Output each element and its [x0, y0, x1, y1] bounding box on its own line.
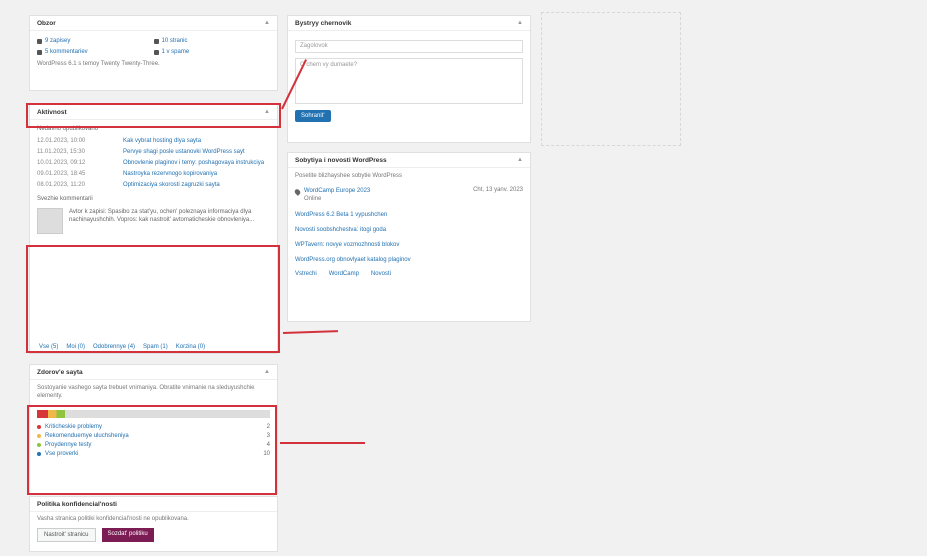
glance-title: Obzor [37, 19, 56, 27]
post-link[interactable]: Obnovlenie plaginov i temy: poshagovaya … [123, 159, 264, 167]
site-health-progress-fill [37, 410, 65, 418]
news-headline[interactable]: WPTavern: novye vozmozhnosti blokov [295, 241, 523, 249]
create-policy-button[interactable]: Sozdat' politiku [101, 528, 154, 542]
event-item[interactable]: WordCamp Europe 2023 Online Cht, 13 yanv… [293, 187, 523, 203]
activity-row: 10.01.2023, 09:12 Obnovlenie plaginov i t… [37, 159, 265, 167]
save-draft-button[interactable]: Sohranit' [295, 110, 331, 122]
glance-footer: WordPress 6.1 s temoy Twenty Twenty-Thre… [37, 61, 160, 67]
chevron-up-icon[interactable]: ▲ [517, 157, 523, 163]
event-title[interactable]: WordCamp Europe 2023 [304, 187, 469, 195]
comments-trash-link[interactable]: Korzina (0) [176, 344, 205, 350]
quick-draft-header[interactable]: Bystryy chernovik ▲ [288, 16, 530, 31]
post-link[interactable]: Pervye shagi posle ustanovki WordPress s… [123, 148, 245, 156]
news-headline[interactable]: Novosti soobshchestva: itogi goda [295, 226, 523, 234]
news-header[interactable]: Sobytiya i novosti WordPress ▲ [288, 153, 530, 168]
activity-title: Aktivnost [37, 108, 67, 116]
comment-filter-links: Vse (5) Moi (0) Odobrennye (4) Spam (1) … [39, 344, 205, 350]
chevron-up-icon[interactable]: ▲ [517, 20, 523, 26]
site-health-progress [37, 410, 270, 418]
post-link[interactable]: Nastroyka rezervnogo kopirovaniya [123, 170, 217, 178]
status-dot-icon [37, 434, 41, 438]
glance-posts-link[interactable]: 9 zapisey [37, 38, 154, 44]
health-row[interactable]: Kriticheskie problemy 2 [37, 424, 270, 430]
recently-published-heading: Nedavno opublikovano [37, 126, 99, 132]
comments-mine-link[interactable]: Moi (0) [66, 344, 85, 350]
comments-all-link[interactable]: Vse (5) [39, 344, 58, 350]
status-dot-icon [37, 443, 41, 447]
health-row[interactable]: Proydennye testy 4 [37, 442, 270, 448]
news-widget: Sobytiya i novosti WordPress ▲ Posetite … [287, 152, 531, 322]
chevron-up-icon[interactable]: ▲ [264, 369, 270, 375]
news-intro: Posetite blizhayshee sobytie WordPress [295, 173, 402, 179]
meetups-link[interactable]: Vstrechi [295, 271, 317, 277]
wordcamp-link[interactable]: WordCamp [329, 271, 359, 277]
quick-draft-widget: Bystryy chernovik ▲ Zagolovok O chem vy … [287, 15, 531, 143]
status-dot-icon [37, 452, 41, 456]
glance-comments-link[interactable]: 5 kommentariev [37, 49, 154, 55]
privacy-text: Vasha stranica politiki konfidencial'nos… [37, 516, 189, 522]
activity-row: 11.01.2023, 15:30 Pervye shagi posle usta… [37, 148, 245, 156]
page-icon [153, 38, 159, 44]
activity-header[interactable]: Aktivnost ▲ [30, 105, 277, 120]
annotation-arrow [282, 330, 339, 334]
privacy-widget: Politika konfidencial'nosti Vasha strani… [29, 496, 278, 552]
comments-spam-link[interactable]: Spam (1) [143, 344, 168, 350]
site-health-title: Zdorov'e sayta [37, 368, 83, 376]
event-location: Online [304, 196, 322, 202]
news-headline[interactable]: WordPress.org obnovlyaet katalog plagino… [295, 256, 523, 264]
news-link[interactable]: Novosti [371, 271, 391, 277]
pin-icon [37, 38, 42, 44]
post-link[interactable]: Kak vybrat hosting dlya sayta [123, 137, 201, 145]
chevron-up-icon[interactable]: ▲ [264, 20, 270, 26]
chevron-up-icon[interactable]: ▲ [264, 109, 270, 115]
activity-row: 08.01.2023, 11:20 Optimizaciya skorosti z… [37, 181, 220, 189]
comment-icon [37, 49, 42, 55]
glance-widget: Obzor ▲ 9 zapisey 10 stranic 5 kommentar… [29, 15, 278, 91]
activity-widget: Aktivnost ▲ Nedavno opublikovano 12.01.2… [29, 104, 278, 354]
privacy-settings-button[interactable]: Nastroit' stranicu [37, 528, 96, 542]
glance-spam-link[interactable]: 1 v spame [153, 49, 271, 55]
comment-item: Avtor k zapisi: Spasibo za stat'yu, oche… [37, 208, 270, 234]
health-row[interactable]: Rekomenduemye uluchsheniya 3 [37, 433, 270, 439]
empty-dashboard-column [541, 12, 681, 146]
quick-draft-title: Bystryy chernovik [295, 19, 352, 27]
site-health-header[interactable]: Zdorov'e sayta ▲ [30, 365, 277, 380]
site-health-widget: Zdorov'e sayta ▲ Sostoyanie vashego sayt… [29, 364, 278, 494]
activity-row: 09.01.2023, 18:45 Nastroyka rezervnogo ko… [37, 170, 218, 178]
site-health-description: Sostoyanie vashego sayta trebuet vnimani… [37, 385, 255, 399]
avatar [37, 208, 63, 234]
status-dot-icon [37, 425, 41, 429]
location-pin-icon [293, 188, 302, 196]
glance-header[interactable]: Obzor ▲ [30, 16, 277, 31]
glance-pages-link[interactable]: 10 stranic [153, 38, 271, 44]
activity-row: 12.01.2023, 10:00 Kak vybrat hosting dlya… [37, 137, 202, 145]
draft-content-textarea[interactable]: O chem vy dumaete? [295, 58, 523, 104]
news-headline[interactable]: WordPress 6.2 Beta 1 vypushchen [295, 211, 523, 219]
event-date: Cht, 13 yanv. 2023 [473, 187, 523, 193]
annotation-arrow [280, 442, 365, 444]
post-link[interactable]: Optimizaciya skorosti zagruzki sayta [123, 181, 220, 189]
health-row[interactable]: Vse proverki 10 [37, 451, 270, 457]
news-footer-links: Vstrechi WordCamp Novosti [295, 271, 523, 277]
recent-comments-heading: Svezhie kommentarii [37, 196, 93, 202]
privacy-header: Politika konfidencial'nosti [30, 497, 277, 512]
comments-approved-link[interactable]: Odobrennye (4) [93, 344, 135, 350]
privacy-title: Politika konfidencial'nosti [37, 500, 117, 508]
comment-text: Avtor k zapisi: Spasibo za stat'yu, oche… [69, 209, 255, 223]
draft-title-input[interactable]: Zagolovok [295, 40, 523, 53]
spam-icon [153, 49, 159, 55]
news-title: Sobytiya i novosti WordPress [295, 156, 387, 164]
